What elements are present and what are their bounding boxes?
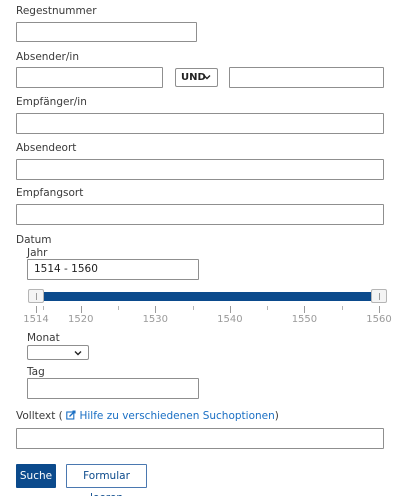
volltext-input[interactable] xyxy=(16,428,384,449)
tag-label: Tag xyxy=(27,366,45,378)
slider-tick-label: 1514 xyxy=(23,314,49,325)
volltext-label-text: Volltext ( xyxy=(16,410,63,422)
volltext-label-close: ) xyxy=(274,410,279,422)
grip-icon xyxy=(36,293,37,300)
slider-major-tick xyxy=(304,306,306,313)
slider-tick-label: 1560 xyxy=(366,314,392,325)
slider-minor-tick xyxy=(192,306,194,310)
slider-major-tick xyxy=(379,306,380,313)
tag-input[interactable] xyxy=(27,378,199,399)
chevron-down-icon xyxy=(74,351,82,356)
slider-major-tick xyxy=(80,306,82,313)
slider-minor-tick xyxy=(118,306,120,310)
slider-major-tick xyxy=(36,306,37,313)
slider-tick-label: 1540 xyxy=(217,314,243,325)
monat-label: Monat xyxy=(27,332,60,344)
slider-handle-high[interactable] xyxy=(371,289,387,303)
volltext-label: Volltext ( Hilfe zu verschiedenen Suchop… xyxy=(16,410,279,422)
slider-major-tick xyxy=(155,306,157,313)
slider-tick-label: 1530 xyxy=(142,314,169,325)
slider-range-fill xyxy=(36,292,379,301)
slider-minor-tick xyxy=(341,306,343,310)
grip-icon xyxy=(379,293,380,300)
slider-minor-tick xyxy=(43,306,45,310)
slider-handle-low[interactable] xyxy=(28,289,44,303)
monat-select[interactable] xyxy=(27,345,89,360)
year-range-slider[interactable]: 1514 1520 1530 1540 1550 1560 xyxy=(0,0,400,330)
reset-form-button[interactable]: Formular leeren xyxy=(66,464,147,496)
help-link[interactable]: Hilfe zu verschiedenen Suchoptionen xyxy=(79,410,274,422)
slider-tick-label: 1520 xyxy=(68,314,94,325)
external-link-edit-icon[interactable] xyxy=(66,410,76,420)
slider-minor-tick xyxy=(267,306,269,310)
slider-tick-label: 1550 xyxy=(291,314,318,325)
search-button[interactable]: Suche xyxy=(16,464,56,488)
slider-major-tick xyxy=(229,306,231,313)
